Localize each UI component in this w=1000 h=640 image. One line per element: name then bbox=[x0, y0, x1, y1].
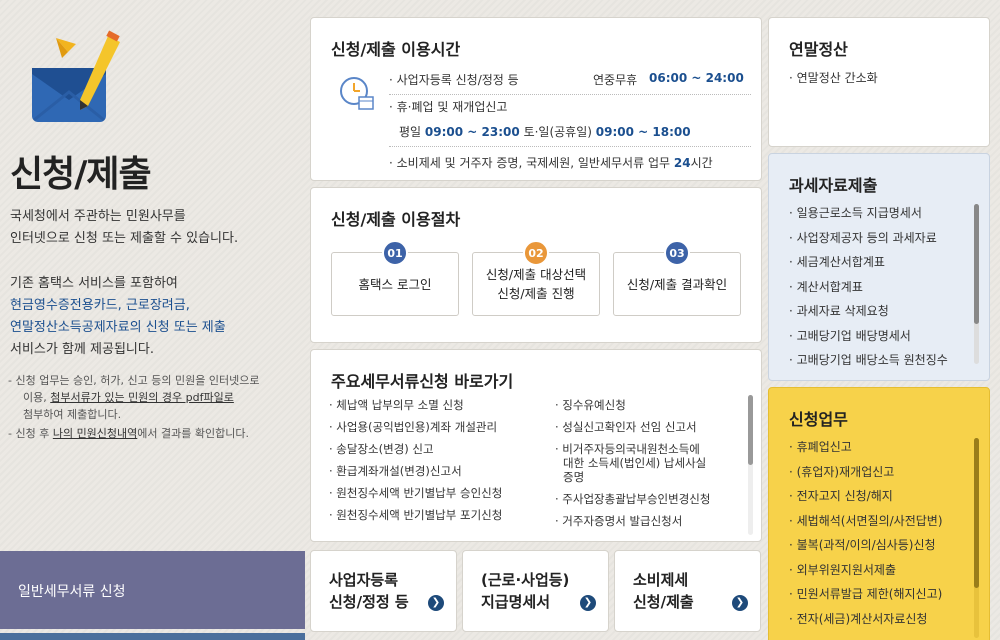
tax-data-link[interactable]: · 일용근로소득 지급명세서 bbox=[789, 201, 948, 226]
left-panel: 신청/제출 국세청에서 주관하는 민원사무를 인터넷으로 신청 또는 제출할 수… bbox=[0, 0, 305, 640]
step-check-result: 03 신청/제출 결과확인 bbox=[613, 240, 741, 316]
step-login: 01 홈택스 로그인 bbox=[331, 240, 459, 316]
form-link[interactable]: · 환급계좌개설(변경)신고서 bbox=[329, 464, 502, 478]
arrow-right-icon: ❯ bbox=[580, 595, 596, 611]
application-title: 신청업무 bbox=[789, 410, 848, 429]
application-link[interactable]: · 외부위원지원서제출 bbox=[789, 558, 943, 583]
divider bbox=[389, 94, 751, 95]
major-forms-card: 주요세무서류신청 바로가기 · 체납액 납부의무 소멸 신청 · 사업용(공익법… bbox=[310, 349, 762, 542]
form-link[interactable]: · 사업용(공익법인용)계좌 개설관리 bbox=[329, 420, 502, 434]
major-forms-title: 주요세무서류신청 바로가기 bbox=[331, 372, 514, 391]
step-select-target: 02 신청/제출 대상선택 신청/제출 진행 bbox=[472, 240, 600, 316]
forms-scrollbar-thumb[interactable] bbox=[748, 395, 753, 465]
form-link[interactable]: · 주사업장총괄납부승인변경신청 bbox=[555, 492, 745, 506]
year-end-card: 연말정산 · 연말정산 간소화 bbox=[768, 17, 990, 147]
hours-row-closure: · 휴·폐업 및 재개업신고 bbox=[389, 100, 508, 114]
application-link[interactable]: · 민원서류발급 제한(해지신고) bbox=[789, 582, 943, 607]
tax-data-link[interactable]: · 사업장제공자 등의 과세자료 bbox=[789, 226, 948, 251]
form-link[interactable]: · 성실신고확인자 선임 신고서 bbox=[555, 420, 745, 434]
intro-text: 국세청에서 주관하는 민원사무를 인터넷으로 신청 또는 제출할 수 있습니다. bbox=[10, 209, 239, 246]
application-list: · 휴폐업신고 · (휴업자)재개업신고 · 전자고지 신청/해지 · 세법해석… bbox=[789, 435, 943, 631]
hours-card: 신청/제출 이용시간 · 사업자등록 신청/정정 등 연중무휴 06:00 ~ … bbox=[310, 17, 762, 181]
tax-data-link[interactable]: · 세금계산서합계표 bbox=[789, 250, 948, 275]
hours-row-registration: · 사업자등록 신청/정정 등 연중무휴 06:00 ~ 24:00 bbox=[389, 71, 744, 87]
forms-list-left: · 체납액 납부의무 소멸 신청 · 사업용(공익법인용)계좌 개설관리 · 송… bbox=[329, 398, 502, 530]
clock-calendar-icon bbox=[340, 77, 374, 110]
next-tab[interactable] bbox=[0, 633, 305, 640]
form-link[interactable]: · 거주자증명서 발급신청서 bbox=[555, 514, 745, 528]
tax-data-link[interactable]: · 고배당기업 배당명세서 bbox=[789, 324, 948, 349]
note-item: - 신청 후 나의 민원신청내역에서 결과를 확인합니다. bbox=[8, 427, 249, 440]
form-link[interactable]: · 원천징수세액 반기별납부 승인신청 bbox=[329, 486, 502, 500]
application-link[interactable]: · 세법해석(서면질의/사전답변) bbox=[789, 509, 943, 534]
envelope-pen-icon bbox=[32, 30, 120, 122]
application-card: 신청업무 · 휴폐업신고 · (휴업자)재개업신고 · 전자고지 신청/해지 ·… bbox=[768, 387, 990, 640]
tax-data-card: 과세자료제출 · 일용근로소득 지급명세서 · 사업장제공자 등의 과세자료 ·… bbox=[768, 153, 990, 381]
hours-row-consumption: · 소비제세 및 거주자 증명, 국제세원, 일반세무서류 업무 24시간 bbox=[389, 156, 713, 170]
tax-data-list: · 일용근로소득 지급명세서 · 사업장제공자 등의 과세자료 · 세금계산서합… bbox=[789, 201, 948, 373]
forms-list-right: · 징수유예신청 · 성실신고확인자 선임 신고서 · 비거주자등의국내원천소득… bbox=[555, 398, 745, 536]
application-link[interactable]: · 불복(과적/이의/심사등)신청 bbox=[789, 533, 943, 558]
form-link[interactable]: · 송달장소(변경) 신고 bbox=[329, 442, 502, 456]
application-link[interactable]: · 전자고지 신청/해지 bbox=[789, 484, 943, 509]
step-number-badge: 01 bbox=[382, 240, 408, 266]
application-link[interactable]: · (휴업자)재개업신고 bbox=[789, 460, 943, 485]
notes-list: - 신청 업무는 승인, 허가, 신고 등의 민원을 인터넷으로 이용, 첨부서… bbox=[8, 372, 288, 444]
business-registration-button[interactable]: 사업자등록 신청/정정 등 ❯ bbox=[310, 550, 457, 632]
page-title: 신청/제출 bbox=[10, 154, 152, 195]
hours-row-closure-times: 평일 09:00 ~ 23:00 토·일(공휴일) 09:00 ~ 18:00 bbox=[399, 125, 691, 139]
year-end-list: · 연말정산 간소화 bbox=[789, 66, 878, 91]
tax-data-link[interactable]: · 고배당기업 배당소득 원천징수 bbox=[789, 348, 948, 373]
hours-title: 신청/제출 이용시간 bbox=[331, 40, 461, 59]
intro-services-text: 기존 홈택스 서비스를 포함하여 현금영수증전용카드, 근로장려금, 연말정산소… bbox=[10, 276, 226, 357]
step-number-badge: 02 bbox=[523, 240, 549, 266]
my-requests-link[interactable]: 나의 민원신청내역 bbox=[53, 427, 137, 440]
apply-scrollbar-thumb[interactable] bbox=[974, 438, 979, 588]
arrow-right-icon: ❯ bbox=[732, 595, 748, 611]
general-tax-docs-tab[interactable]: 일반세무서류 신청 bbox=[0, 551, 305, 629]
divider bbox=[389, 146, 751, 147]
tax-scrollbar-thumb[interactable] bbox=[974, 204, 979, 324]
tax-data-link[interactable]: · 과세자료 삭제요청 bbox=[789, 299, 948, 324]
form-link[interactable]: · 원천징수세액 반기별납부 포기신청 bbox=[329, 508, 502, 522]
application-link[interactable]: · 휴폐업신고 bbox=[789, 435, 943, 460]
year-end-simplified-link[interactable]: · 연말정산 간소화 bbox=[789, 66, 878, 91]
procedure-title: 신청/제출 이용절차 bbox=[331, 210, 461, 229]
arrow-right-icon: ❯ bbox=[428, 595, 444, 611]
procedure-card: 신청/제출 이용절차 01 홈택스 로그인 02 신청/제출 대상선택 신청/제출… bbox=[310, 187, 762, 343]
form-link[interactable]: · 징수유예신청 bbox=[555, 398, 745, 412]
step-number-badge: 03 bbox=[664, 240, 690, 266]
tax-data-title: 과세자료제출 bbox=[789, 176, 878, 195]
year-end-title: 연말정산 bbox=[789, 40, 848, 59]
application-link[interactable]: · 전자(세금)계산서자료신청 bbox=[789, 607, 943, 632]
form-link[interactable]: · 비거주자등의국내원천소득에 대한 소득세(법인세) 납세사실 증명 bbox=[555, 442, 745, 484]
form-link[interactable]: · 체납액 납부의무 소멸 신청 bbox=[329, 398, 502, 412]
tax-data-link[interactable]: · 계산서합계표 bbox=[789, 275, 948, 300]
note-item: - 신청 업무는 승인, 허가, 신고 등의 민원을 인터넷으로 이용, 첨부서… bbox=[8, 374, 260, 421]
consumption-tax-button[interactable]: 소비제세 신청/제출 ❯ bbox=[614, 550, 761, 632]
payment-statement-button[interactable]: (근로·사업등) 지급명세서 ❯ bbox=[462, 550, 609, 632]
